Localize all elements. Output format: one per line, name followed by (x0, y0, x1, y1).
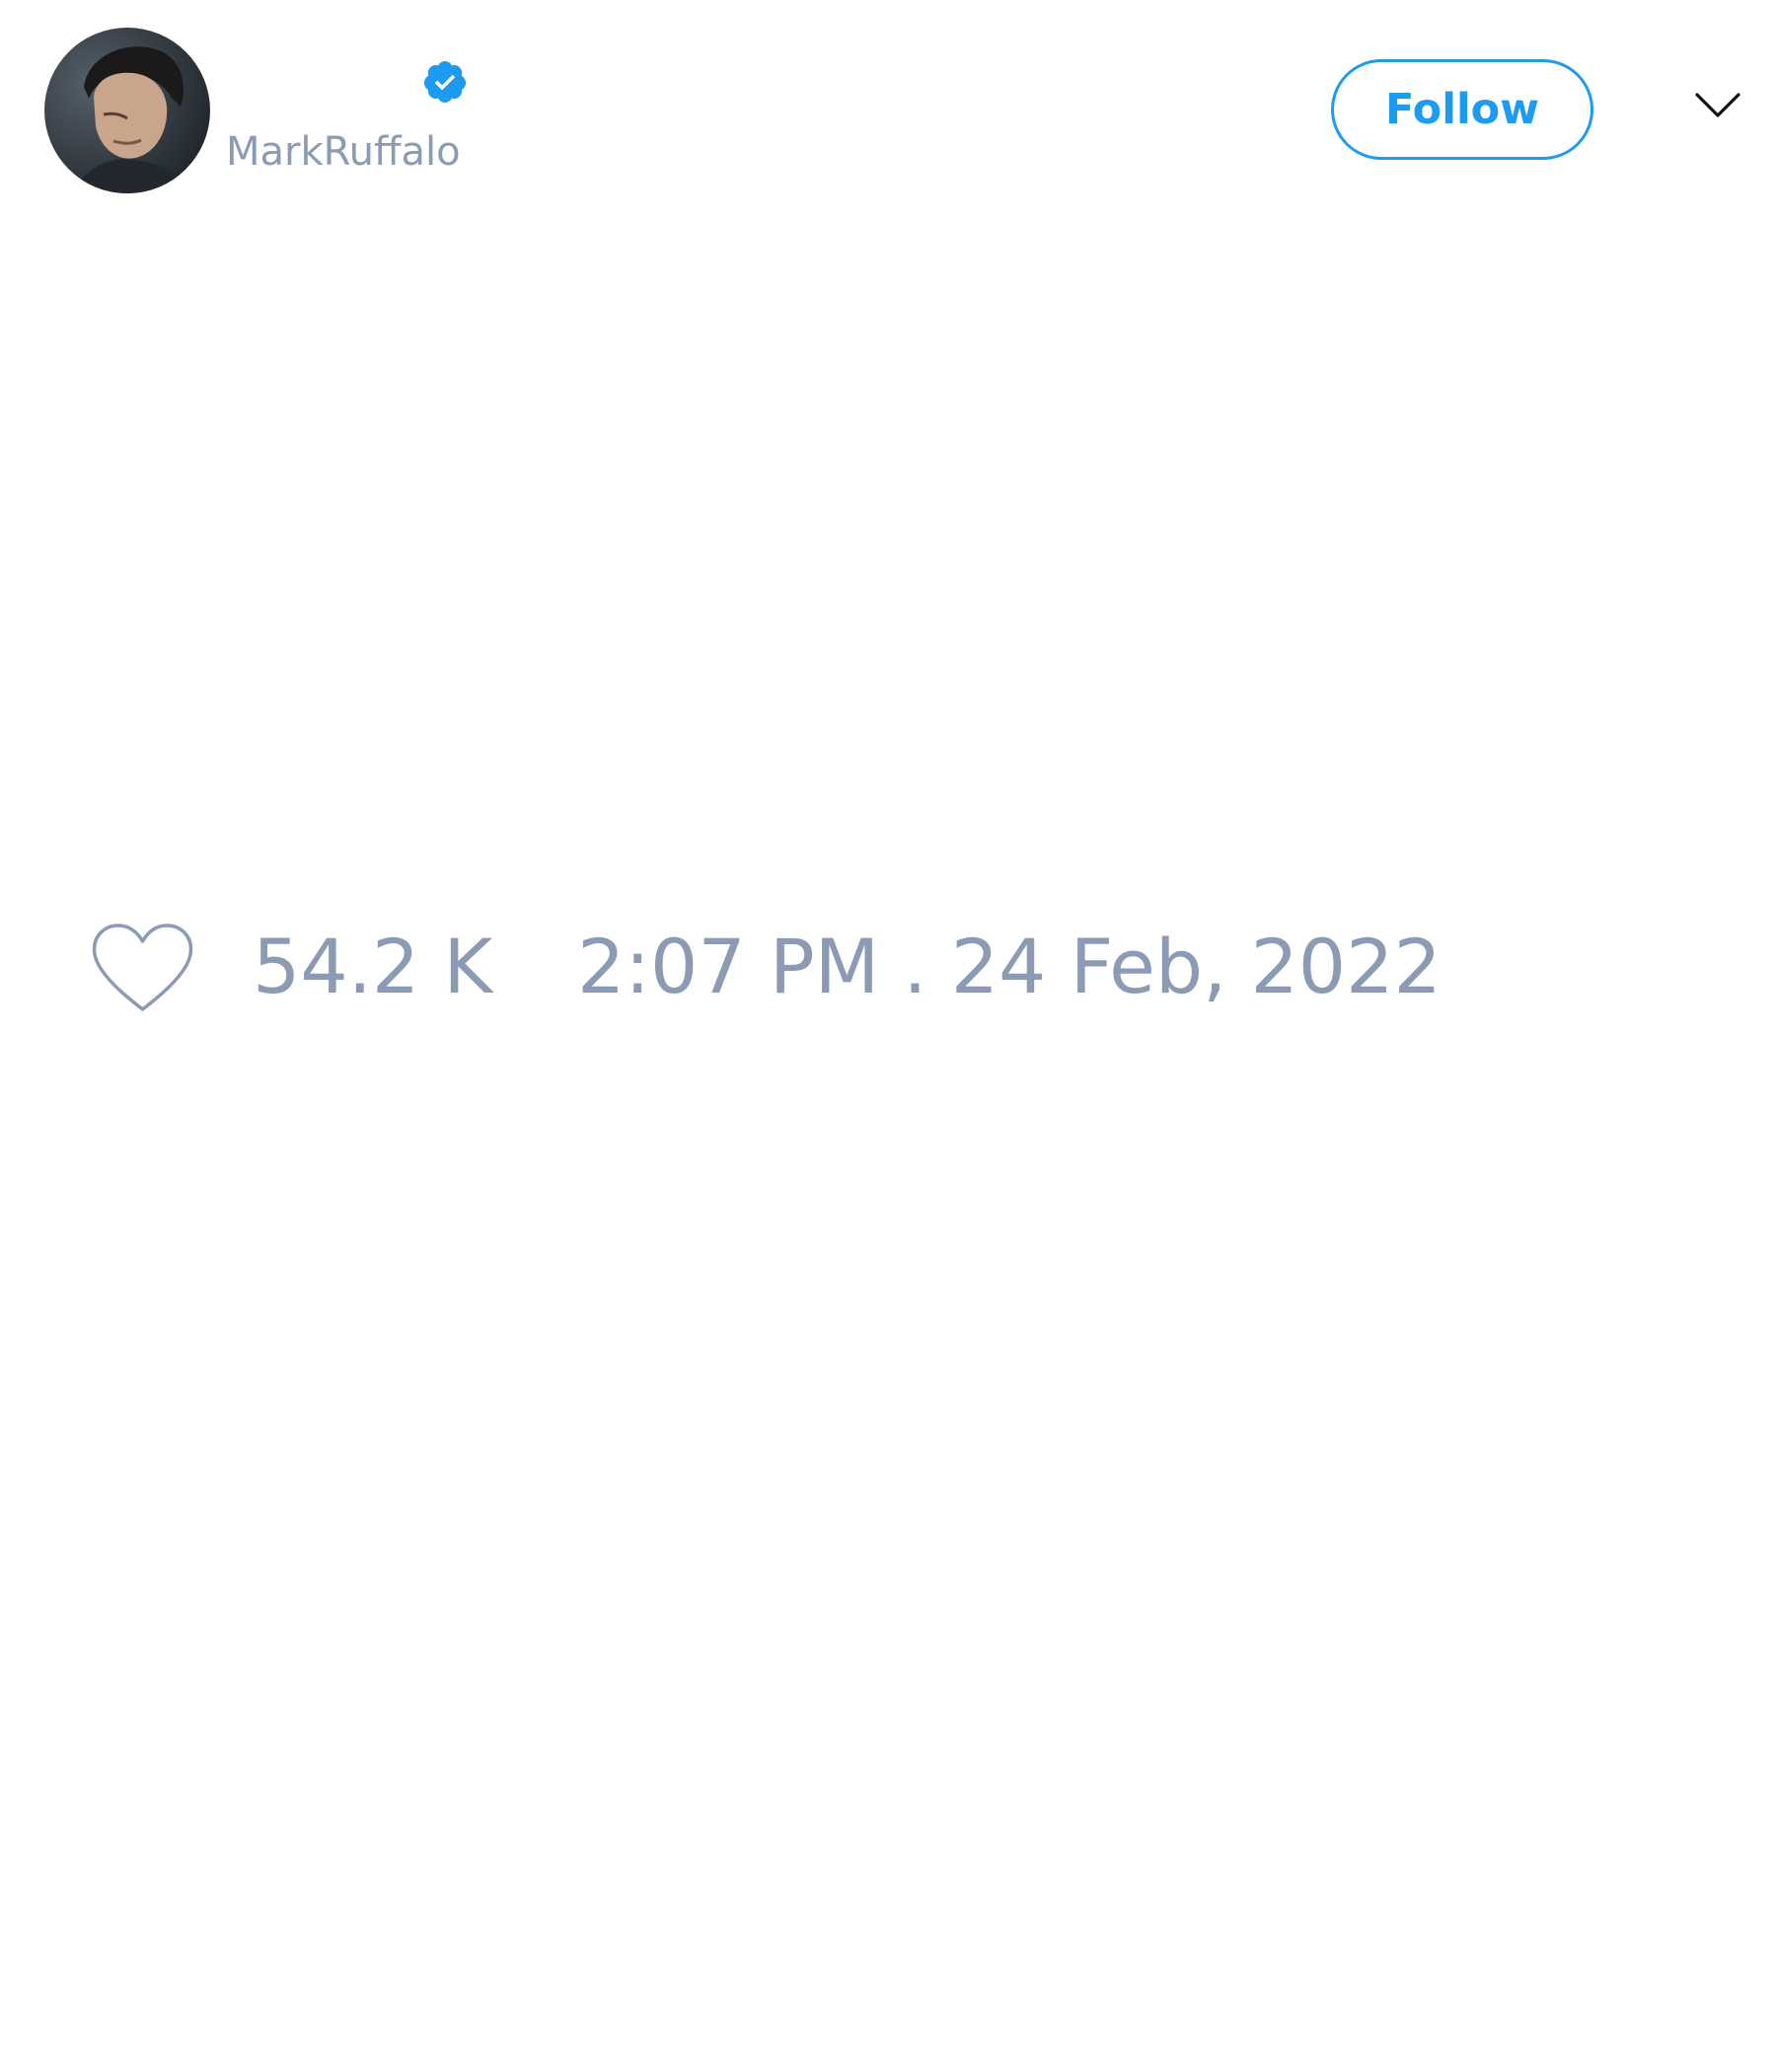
avatar-photo (44, 28, 210, 193)
verified-badge-icon (423, 61, 466, 103)
like-count[interactable]: 54.2 K (253, 925, 492, 1008)
tweet-timestamp[interactable]: 2:07 PM . 24 Feb, 2022 (577, 925, 1442, 1008)
heart-outline-icon[interactable] (91, 923, 194, 1013)
author-handle[interactable]: MarkRuffalo (226, 128, 461, 176)
follow-button[interactable]: Follow (1331, 59, 1593, 160)
avatar[interactable] (44, 28, 210, 193)
chevron-down-icon[interactable] (1695, 91, 1740, 120)
